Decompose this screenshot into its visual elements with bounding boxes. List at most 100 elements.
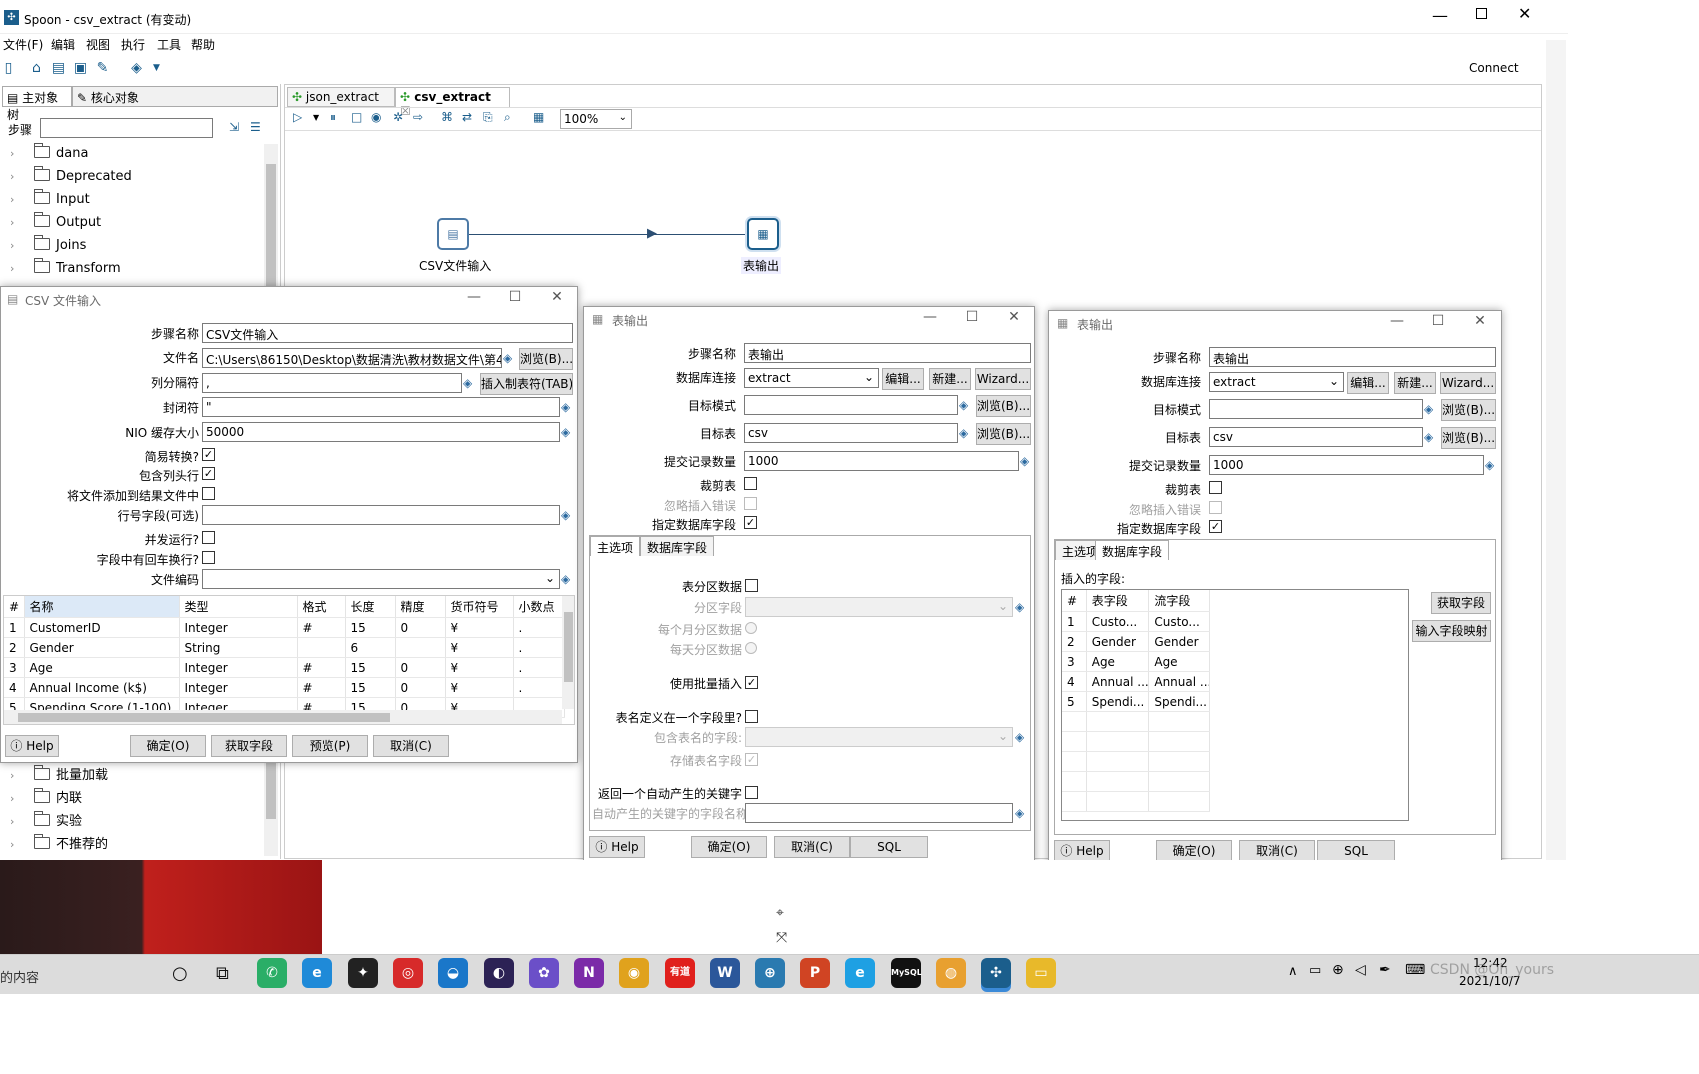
close-button[interactable]: ✕ — [1001, 309, 1027, 325]
variable-icon[interactable]: ◈ — [561, 573, 573, 585]
app-icon[interactable]: ✿ — [529, 958, 559, 988]
cancel-button[interactable]: 取消(C) — [373, 735, 449, 757]
new-file-icon[interactable]: ▯ — [0, 60, 17, 77]
step-name-input[interactable]: 表输出 — [744, 343, 1031, 363]
zoom-select[interactable]: 100% ⌄ — [560, 109, 632, 129]
table-row[interactable]: 1 CustomerID Integer #15 0 ¥. — [4, 617, 565, 638]
task-view-icon[interactable]: ⧉ — [216, 963, 229, 984]
edge-icon[interactable]: ◒ — [438, 958, 468, 988]
menu-view[interactable]: 视图 — [86, 36, 110, 53]
cell[interactable]: Custo... — [1086, 611, 1150, 632]
column-header[interactable]: 流字段 — [1148, 590, 1210, 612]
delimiter-input[interactable]: , — [202, 373, 462, 393]
specify-fields-checkbox[interactable]: ✓ — [1209, 520, 1222, 533]
connection-select[interactable]: extract ⌄ — [744, 368, 879, 388]
step-name-input[interactable]: CSV文件输入 — [202, 323, 573, 343]
scrollbar-thumb[interactable] — [18, 713, 390, 722]
cell[interactable]: Gender — [24, 637, 180, 658]
column-header[interactable]: 类型 — [179, 596, 298, 618]
cell[interactable]: 0 — [395, 657, 446, 678]
variable-icon[interactable]: ◈ — [959, 427, 971, 439]
tab-json-extract[interactable]: ✣ json_extract — [287, 87, 395, 107]
maximize-button[interactable] — [1476, 8, 1487, 19]
variable-icon[interactable]: ◈ — [1485, 459, 1497, 471]
globe-app-icon[interactable]: ⊕ — [755, 958, 785, 988]
fit-icon[interactable]: ⤧ — [776, 930, 787, 946]
new-connection-button[interactable]: 新建... — [929, 368, 971, 390]
tree-item-bulk-load[interactable]: › 批量加载 — [10, 765, 108, 786]
cell[interactable]: CustomerID — [24, 617, 180, 638]
schema-input[interactable] — [744, 395, 958, 415]
close-button[interactable]: ✕ — [1467, 313, 1493, 329]
tree-item-input[interactable]: › Input — [10, 189, 90, 210]
nio-input[interactable]: 50000 — [202, 422, 560, 442]
cell[interactable]: ¥ — [445, 677, 514, 698]
header-row-checkbox[interactable]: ✓ — [202, 467, 215, 480]
table-row[interactable]: 5 Spendi... Spendi... — [1062, 691, 1210, 712]
vertical-scrollbar[interactable] — [562, 596, 574, 709]
tray-pen-icon[interactable]: ✒ — [1379, 962, 1391, 978]
cell[interactable]: # — [297, 657, 346, 678]
horizontal-scrollbar[interactable] — [4, 710, 562, 724]
column-header[interactable]: 货币符号 — [445, 596, 514, 618]
ok-button[interactable]: 确定(O) — [130, 735, 206, 757]
partition-field-select[interactable]: ⌄ — [745, 597, 1013, 617]
browse-schema-button[interactable]: 浏览(B)... — [1441, 399, 1496, 421]
variable-icon[interactable]: ◈ — [1015, 807, 1027, 819]
cell[interactable]: Age — [1086, 651, 1150, 672]
get-fields-button[interactable]: 获取字段 — [1431, 592, 1491, 614]
tree-item-joins[interactable]: › Joins — [10, 235, 86, 256]
table-row[interactable]: 2 Gender Gender — [1062, 631, 1210, 652]
ignore-errors-checkbox[interactable] — [744, 497, 757, 510]
close-button[interactable]: ✕ — [544, 289, 570, 305]
table-row[interactable]: 2 Gender String 6 ¥. — [4, 637, 565, 658]
cell[interactable]: # — [297, 677, 346, 698]
ie-icon[interactable]: e — [845, 958, 875, 988]
tab-database-fields[interactable]: 数据库字段 — [640, 536, 715, 556]
cell[interactable]: Custo... — [1148, 611, 1210, 632]
browse-table-button[interactable]: 浏览(B)... — [976, 423, 1031, 445]
stop-icon[interactable]: □ — [351, 110, 362, 124]
explore-icon[interactable]: ▤ — [50, 60, 67, 77]
edge-legacy-icon[interactable]: e — [302, 958, 332, 988]
lazy-conversion-checkbox[interactable]: ✓ — [202, 448, 215, 461]
netease-music-icon[interactable]: ◎ — [393, 958, 423, 988]
spoon-task-icon[interactable]: ✣ — [981, 958, 1011, 988]
minimize-button[interactable]: — — [1432, 6, 1448, 25]
variable-icon[interactable]: ◈ — [1015, 731, 1027, 743]
edit-connection-button[interactable]: 编辑... — [882, 368, 924, 390]
layers-icon[interactable]: ◈ — [128, 60, 145, 77]
tree-item-inline[interactable]: › 内联 — [10, 788, 82, 809]
cell[interactable]: # — [297, 617, 346, 638]
impact-icon[interactable]: ⇄ — [462, 110, 472, 124]
tab-core-objects[interactable]: ✎ 核心对象 — [72, 86, 278, 107]
cell[interactable]: ¥ — [445, 617, 514, 638]
cell[interactable] — [395, 637, 446, 658]
tree-item-deprecated[interactable]: › Deprecated — [10, 166, 132, 187]
minimize-button[interactable]: — — [461, 289, 487, 305]
variable-icon[interactable]: ◈ — [463, 377, 475, 389]
return-key-checkbox[interactable] — [745, 786, 758, 799]
menu-edit[interactable]: 编辑 — [51, 36, 75, 53]
tray-network-icon[interactable]: ⊕ — [1332, 962, 1344, 978]
cell[interactable]: Integer — [179, 677, 298, 698]
mysql-icon[interactable]: MySQL — [891, 958, 922, 988]
browse-schema-button[interactable]: 浏览(B)... — [976, 395, 1031, 417]
enclosure-input[interactable]: " — [202, 397, 560, 417]
cell[interactable]: Spendi... — [1148, 691, 1210, 712]
scrollbar-thumb[interactable] — [564, 612, 573, 682]
tray-battery-icon[interactable]: ▭ — [1309, 963, 1321, 978]
chrome-icon[interactable]: ◉ — [619, 958, 649, 988]
cell[interactable]: 0 — [395, 677, 446, 698]
cell[interactable]: . — [513, 617, 565, 638]
truncate-checkbox[interactable] — [1209, 481, 1222, 494]
column-header[interactable]: 精度 — [395, 596, 446, 618]
cell[interactable]: String — [179, 637, 298, 658]
variable-icon[interactable]: ◈ — [959, 399, 971, 411]
cell[interactable]: 15 — [345, 677, 396, 698]
filename-input[interactable]: C:\Users\86150\Desktop\数据清洗\教材数据文件\第4章\ — [202, 348, 502, 368]
search-box-text[interactable]: 的内容 — [0, 967, 39, 986]
batch-insert-checkbox[interactable]: ✓ — [745, 676, 758, 689]
tray-chevron-up-icon[interactable]: ∧ — [1288, 964, 1298, 979]
browse-button[interactable]: 浏览(B)... — [519, 348, 573, 370]
